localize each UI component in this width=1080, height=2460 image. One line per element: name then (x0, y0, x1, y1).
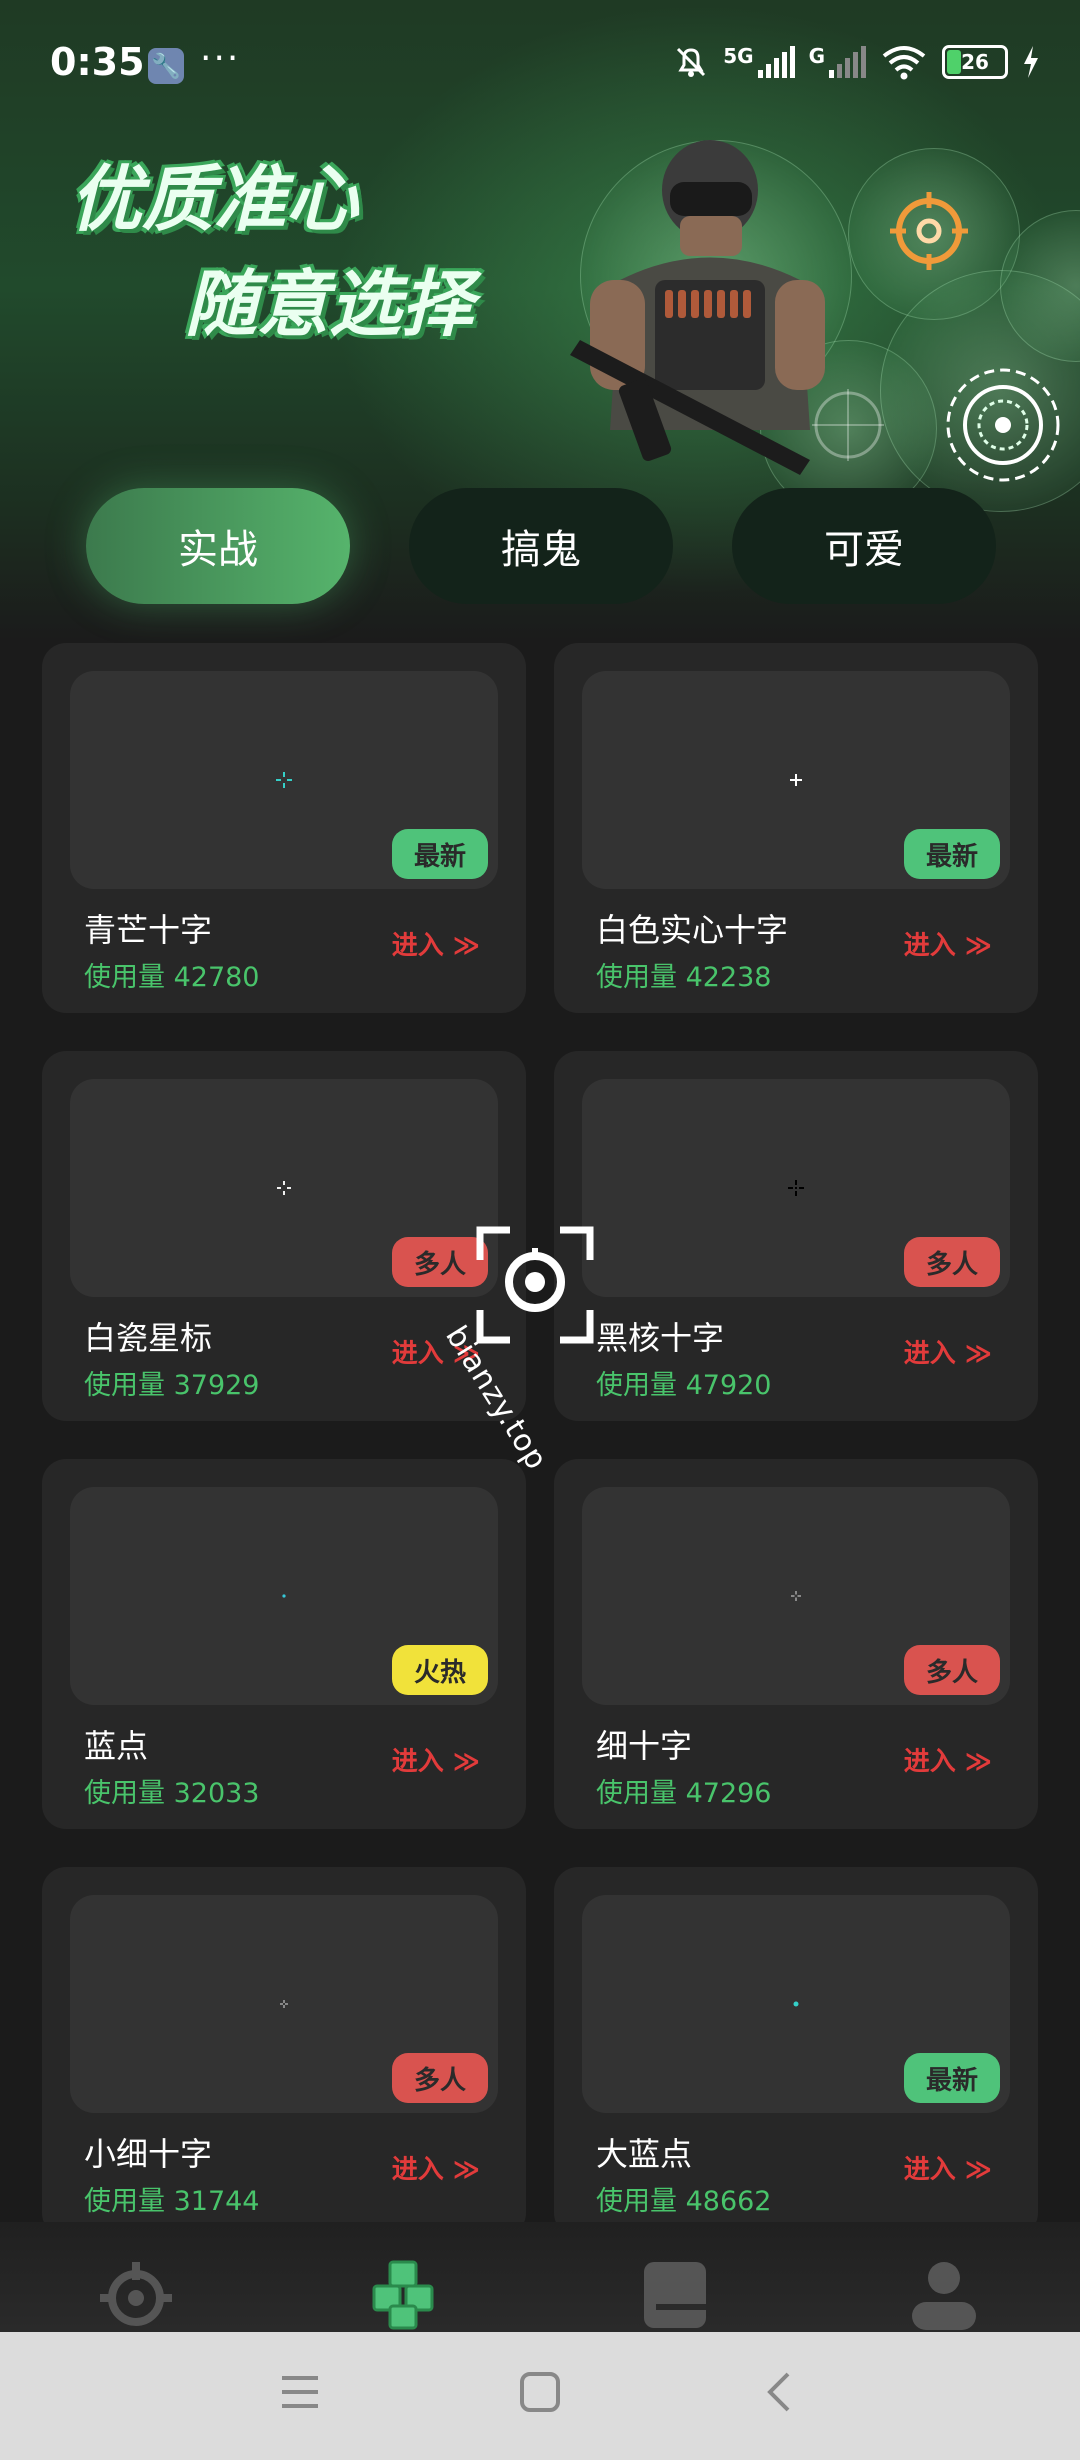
badge-new: 最新 (904, 2053, 1000, 2103)
tab-cute[interactable]: 可爱 (732, 488, 996, 604)
crosshair-card[interactable]: 最新 白色实心十字 使用量 42238 进入 ≫ (554, 643, 1038, 1013)
crosshair-preview: 多人 (70, 1079, 498, 1297)
crosshair-icon (793, 2001, 799, 2007)
crosshair-preview: 最新 (582, 671, 1010, 889)
category-tabs: 实战 搞鬼 可爱 (86, 488, 996, 604)
home-icon[interactable] (518, 2370, 562, 2414)
enter-link[interactable]: 进入 ≫ (392, 1741, 480, 1778)
menu-icon[interactable] (278, 2370, 322, 2414)
crosshair-name: 青芒十字 (84, 911, 213, 949)
network-g-label: G (808, 44, 825, 68)
crosshair-card[interactable]: 多人 黑核十字 使用量 47920 进入 ≫ (554, 1051, 1038, 1421)
network-5g-label: 5G (723, 44, 754, 68)
charging-icon (1024, 46, 1038, 78)
crosshair-preview: 多人 (70, 1895, 498, 2113)
status-time: 0:35 (50, 40, 145, 84)
crosshair-preview: 最新 (582, 1895, 1010, 2113)
crosshair-icon (790, 774, 802, 786)
bottom-nav (0, 2222, 1080, 2332)
status-right: 5G G 26 (673, 44, 1040, 80)
status-bar: 0:35 🔧 ··· 5G G 26 (0, 0, 1080, 120)
crosshair-name: 蓝点 (84, 1727, 149, 1765)
badge-multiplayer: 多人 (904, 1645, 1000, 1695)
crosshair-card[interactable]: 最新 大蓝点 使用量 48662 进入 ≫ (554, 1867, 1038, 2237)
crosshair-preview: 多人 (582, 1487, 1010, 1705)
crosshair-icon (280, 2000, 288, 2008)
usage-count: 使用量 47296 (596, 1778, 772, 1809)
usage-count: 使用量 42780 (84, 962, 260, 993)
enter-link[interactable]: 进入 ≫ (904, 1741, 992, 1778)
crosshair-name: 小细十字 (84, 2135, 213, 2173)
crosshair-preview: 火热 (70, 1487, 498, 1705)
badge-new: 最新 (392, 829, 488, 879)
system-nav-bar (0, 2332, 1080, 2460)
crosshair-name: 细十字 (596, 1727, 693, 1765)
crosshair-nav-icon[interactable] (96, 2260, 176, 2330)
crosshair-icon (276, 772, 292, 788)
back-icon[interactable] (758, 2370, 802, 2414)
enter-link[interactable]: 进入 ≫ (904, 925, 992, 962)
crosshair-icon (282, 1594, 286, 1598)
crosshair-icon (277, 1181, 291, 1195)
more-dots: ··· (200, 38, 241, 79)
usage-count: 使用量 37929 (84, 1370, 260, 1401)
headline-line-2: 随意选择 (185, 262, 474, 346)
wifi-icon (882, 46, 926, 80)
crosshair-card[interactable]: 多人 白瓷星标 使用量 37929 进入 ≫ (42, 1051, 526, 1421)
signal-bars-icon (757, 46, 795, 78)
cubes-nav-icon[interactable] (364, 2260, 444, 2330)
watermark-camera-icon (476, 1226, 594, 1344)
crosshair-name: 白瓷星标 (84, 1319, 213, 1357)
usage-count: 使用量 42238 (596, 962, 772, 993)
crosshair-name: 黑核十字 (596, 1319, 725, 1357)
crosshair-icon (791, 1591, 801, 1601)
crosshair-icon (788, 1180, 804, 1196)
crosshair-preview: 最新 (70, 671, 498, 889)
headline-line-1: 优质准心 (70, 157, 359, 241)
crosshair-card[interactable]: 多人 小细十字 使用量 31744 进入 ≫ (42, 1867, 526, 2237)
crosshair-name: 白色实心十字 (596, 911, 789, 949)
enter-link[interactable]: 进入 ≫ (904, 1333, 992, 1370)
radar-icon (946, 368, 1060, 482)
enter-link[interactable]: 进入 ≫ (392, 2149, 480, 2186)
book-nav-icon[interactable] (636, 2260, 716, 2330)
badge-multiplayer: 多人 (904, 1237, 1000, 1287)
crosshair-card[interactable]: 多人 细十字 使用量 47296 进入 ≫ (554, 1459, 1038, 1829)
user-nav-icon[interactable] (904, 2260, 984, 2330)
bell-muted-icon (677, 47, 706, 77)
battery-level: 26 (961, 50, 989, 74)
usage-count: 使用量 32033 (84, 1778, 260, 1809)
wrench-icon: 🔧 (148, 48, 184, 84)
usage-count: 使用量 31744 (84, 2186, 260, 2217)
badge-new: 最新 (904, 829, 1000, 879)
signal-bars-2-icon (829, 46, 866, 78)
crosshair-preview: 多人 (582, 1079, 1010, 1297)
badge-hot: 火热 (392, 1645, 488, 1695)
crosshair-name: 大蓝点 (596, 2135, 693, 2173)
battery-icon: 26 (942, 45, 1008, 79)
crosshair-card[interactable]: 最新 青芒十字 使用量 42780 进入 ≫ (42, 643, 526, 1013)
usage-count: 使用量 47920 (596, 1370, 772, 1401)
target-icon (890, 192, 968, 270)
enter-link[interactable]: 进入 ≫ (392, 925, 480, 962)
usage-count: 使用量 48662 (596, 2186, 772, 2217)
badge-multiplayer: 多人 (392, 2053, 488, 2103)
crosshair-card[interactable]: 火热 蓝点 使用量 32033 进入 ≫ (42, 1459, 526, 1829)
tab-combat[interactable]: 实战 (86, 488, 350, 604)
soldier-illustration (570, 140, 825, 475)
enter-link[interactable]: 进入 ≫ (904, 2149, 992, 2186)
tab-prank[interactable]: 搞鬼 (409, 488, 673, 604)
